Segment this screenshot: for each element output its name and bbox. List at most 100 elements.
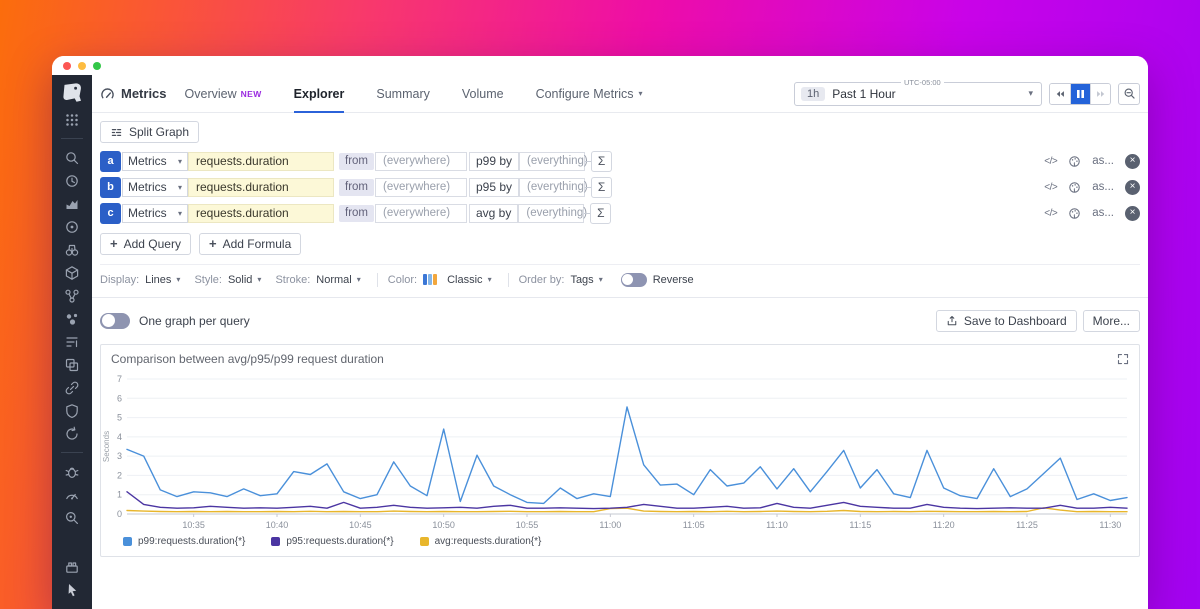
add-query-button[interactable]: + Add Query xyxy=(100,233,191,255)
sidebar-item-processes[interactable] xyxy=(52,307,92,330)
sidebar-item-search[interactable] xyxy=(52,146,92,169)
sidebar-item-dashboards[interactable] xyxy=(52,353,92,376)
aggregation-select[interactable]: avg by xyxy=(469,204,518,223)
nav-tab-configure-metrics[interactable]: Configure Metrics▾ xyxy=(536,75,643,113)
from-scope-input[interactable]: (everywhere) xyxy=(375,152,467,171)
chevron-down-icon: ▾ xyxy=(599,275,603,284)
query-row: a Metrics▾ requests.duration from (every… xyxy=(100,151,1140,172)
sidebar-item-network-map[interactable] xyxy=(52,284,92,307)
as-option[interactable]: as... xyxy=(1092,207,1114,219)
order-by-select[interactable]: Tags▾ xyxy=(570,274,602,286)
sidebar-item-integration-blocks[interactable] xyxy=(52,555,92,578)
plus-icon: + xyxy=(209,236,217,251)
group-by-input[interactable]: (everything) xyxy=(518,204,584,223)
group-by-input[interactable]: (everything) xyxy=(519,178,585,197)
sigma-functions-button[interactable]: Σ xyxy=(590,203,611,224)
metrics-graph-icon xyxy=(64,196,80,212)
query-letter-badge[interactable]: c xyxy=(100,203,121,224)
nav-tab-overview[interactable]: OverviewNEW xyxy=(185,75,262,113)
metric-name-input[interactable]: requests.duration xyxy=(188,178,334,197)
sidebar-item-audit-search[interactable] xyxy=(52,506,92,529)
svg-text:3: 3 xyxy=(117,451,122,461)
synthetics-refresh-icon xyxy=(64,426,80,442)
sidebar-item-synthetics-refresh[interactable] xyxy=(52,422,92,445)
nav-tab-explorer[interactable]: Explorer xyxy=(294,75,345,113)
sidebar-item-history[interactable] xyxy=(52,169,92,192)
more-button[interactable]: More... xyxy=(1083,310,1140,332)
sidebar-item-datadog-logo[interactable] xyxy=(52,78,92,108)
reverse-toggle[interactable] xyxy=(621,273,647,287)
svg-text:2: 2 xyxy=(117,470,122,480)
nav-metrics-brand[interactable]: Metrics xyxy=(100,86,167,101)
legend-item[interactable]: avg:requests.duration{*} xyxy=(420,536,542,547)
palette-icon[interactable] xyxy=(1068,155,1081,168)
as-option[interactable]: as... xyxy=(1092,181,1114,193)
remove-query-button[interactable]: × xyxy=(1125,180,1140,195)
expand-chart-button[interactable] xyxy=(1117,353,1129,365)
stroke-select[interactable]: Normal▾ xyxy=(316,274,360,286)
sidebar-item-apm-binoculars[interactable] xyxy=(52,238,92,261)
legend-swatch-icon xyxy=(271,537,280,546)
sidebar-item-security-bug[interactable] xyxy=(52,460,92,483)
minimize-window-button[interactable] xyxy=(78,62,86,70)
metric-name-input[interactable]: requests.duration xyxy=(188,204,334,223)
color-palette-select[interactable]: Classic▾ xyxy=(423,274,491,286)
code-view-icon[interactable]: </> xyxy=(1044,182,1057,193)
query-letter-badge[interactable]: b xyxy=(100,177,121,198)
sidebar-item-security-shield[interactable] xyxy=(52,399,92,422)
sidebar-item-service-links[interactable] xyxy=(52,376,92,399)
time-range-picker[interactable]: UTC-05:00 1h Past 1 Hour ▾ xyxy=(794,82,1042,106)
sidebar-item-metrics-graph[interactable] xyxy=(52,192,92,215)
sidebar-item-watchdog[interactable] xyxy=(52,215,92,238)
svg-text:10:55: 10:55 xyxy=(516,520,539,530)
split-graph-button[interactable]: Split Graph xyxy=(100,121,199,143)
as-option[interactable]: as... xyxy=(1092,155,1114,167)
sidebar-item-infrastructure-cube[interactable] xyxy=(52,261,92,284)
display-type-select[interactable]: Lines▾ xyxy=(145,274,180,286)
sigma-functions-button[interactable]: Σ xyxy=(591,151,612,172)
close-window-button[interactable] xyxy=(63,62,71,70)
infrastructure-cube-icon xyxy=(64,265,80,281)
zoom-out-time-button[interactable] xyxy=(1118,83,1140,105)
svg-text:10:50: 10:50 xyxy=(432,520,455,530)
remove-query-button[interactable]: × xyxy=(1125,206,1140,221)
svg-text:11:00: 11:00 xyxy=(599,520,621,530)
from-scope-input[interactable]: (everywhere) xyxy=(375,178,467,197)
palette-icon[interactable] xyxy=(1068,181,1081,194)
save-to-dashboard-button[interactable]: Save to Dashboard xyxy=(936,310,1077,332)
time-forward-button[interactable] xyxy=(1090,84,1110,104)
aggregation-select[interactable]: p95 by xyxy=(469,178,519,197)
sidebar-item-apps-grid[interactable] xyxy=(52,108,92,131)
add-formula-button[interactable]: + Add Formula xyxy=(199,233,301,255)
sidebar-item-pointer-cursor[interactable] xyxy=(52,578,92,601)
search-icon xyxy=(64,150,80,166)
graph-controls-row: One graph per query Save to Dashboard Mo… xyxy=(92,298,1148,342)
sigma-functions-button[interactable]: Σ xyxy=(591,177,612,198)
query-letter-badge[interactable]: a xyxy=(100,151,121,172)
group-by-input[interactable]: (everything) xyxy=(519,152,585,171)
palette-icon[interactable] xyxy=(1068,207,1081,220)
fullscreen-window-button[interactable] xyxy=(93,62,101,70)
query-source-select[interactable]: Metrics▾ xyxy=(122,152,188,171)
from-scope-input[interactable]: (everywhere) xyxy=(375,204,467,223)
chart-header: Comparison between avg/p95/p99 request d… xyxy=(101,345,1139,368)
metric-name-input[interactable]: requests.duration xyxy=(188,152,334,171)
style-select[interactable]: Solid▾ xyxy=(228,274,261,286)
nav-tab-summary[interactable]: Summary xyxy=(376,75,429,113)
code-view-icon[interactable]: </> xyxy=(1044,156,1057,167)
nav-tab-volume[interactable]: Volume xyxy=(462,75,504,113)
query-source-select[interactable]: Metrics▾ xyxy=(122,204,188,223)
separator xyxy=(508,273,509,287)
legend-item[interactable]: p95:requests.duration{*} xyxy=(271,536,393,547)
query-source-select[interactable]: Metrics▾ xyxy=(122,178,188,197)
aggregation-select[interactable]: p99 by xyxy=(469,152,519,171)
code-view-icon[interactable]: </> xyxy=(1044,208,1057,219)
time-pause-button[interactable] xyxy=(1070,84,1090,104)
sidebar-item-logs[interactable] xyxy=(52,330,92,353)
sidebar-item-metrics-gauge[interactable] xyxy=(52,483,92,506)
remove-query-button[interactable]: × xyxy=(1125,154,1140,169)
one-graph-per-query-toggle[interactable] xyxy=(100,313,130,329)
legend-item[interactable]: p99:requests.duration{*} xyxy=(123,536,245,547)
time-backward-button[interactable] xyxy=(1050,84,1070,104)
timeseries-chart[interactable]: 0123456710:3510:4010:4510:5010:5511:0011… xyxy=(101,368,1139,534)
